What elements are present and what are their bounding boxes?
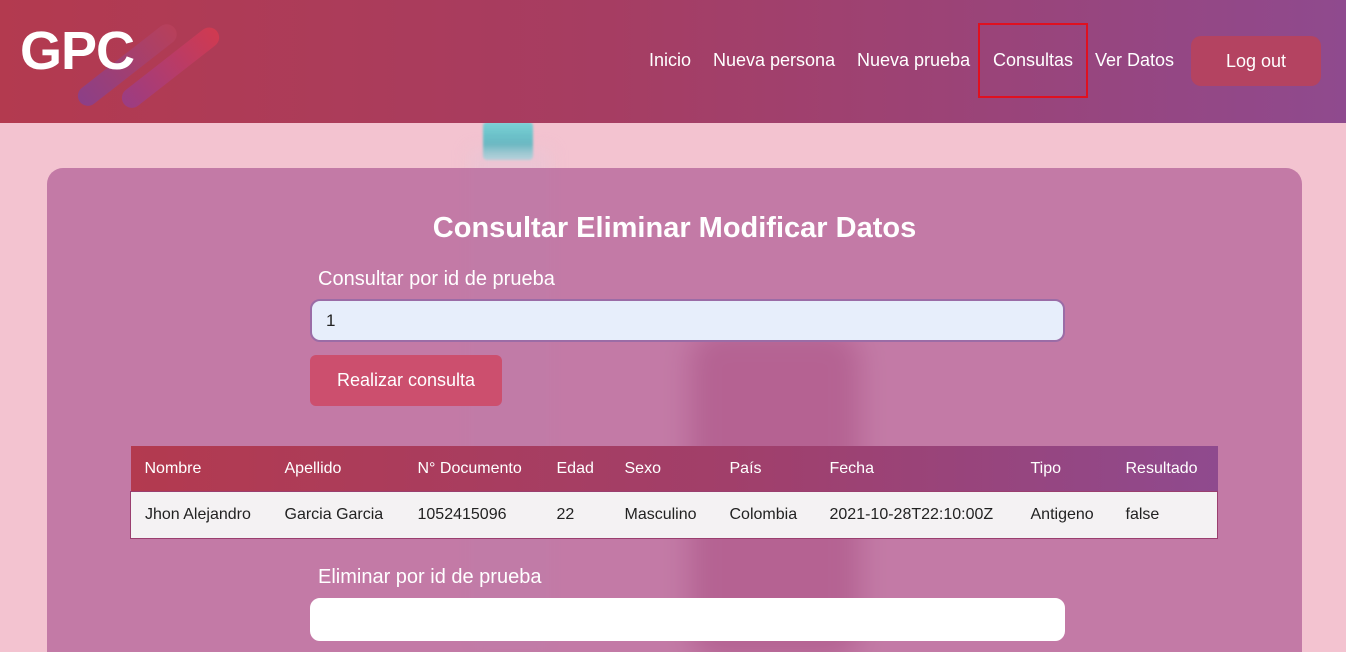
top-navbar: GPC Inicio Nueva persona Nueva prueba Co… — [0, 0, 1346, 123]
column-header: Sexo — [624, 459, 661, 477]
logout-button[interactable]: Log out — [1191, 36, 1321, 86]
cell-tipo: Antigeno — [1016, 491, 1112, 539]
gpc-logo[interactable]: GPC — [20, 20, 224, 112]
cell-resultado: false — [1111, 491, 1218, 539]
consultas-panel: Consultar Eliminar Modificar Datos Consu… — [47, 168, 1302, 652]
column-header: Fecha — [829, 459, 874, 477]
column-header: País — [729, 459, 762, 477]
column-header: Nombre — [144, 459, 202, 477]
cell-documento: 1052415096 — [403, 491, 543, 539]
cell-sexo: Masculino — [610, 491, 716, 539]
realizar-consulta-button[interactable]: Realizar consulta — [310, 355, 502, 406]
eliminar-label: Eliminar por id de prueba — [318, 566, 542, 588]
cell-nombre: Jhon Alejandro — [130, 491, 271, 539]
results-table: Nombre Apellido N° Documento Edad Sexo P… — [130, 446, 1218, 539]
nav-consultas[interactable]: Consultas — [978, 23, 1088, 98]
nav-nueva-prueba[interactable]: Nueva prueba — [857, 35, 970, 87]
cell-pais: Colombia — [715, 491, 816, 539]
table-row: Jhon Alejandro Garcia Garcia 1052415096 … — [130, 491, 1218, 539]
table-header-row: Nombre Apellido N° Documento Edad Sexo P… — [130, 446, 1218, 492]
cell-fecha: 2021-10-28T22:10:00Z — [815, 491, 1017, 539]
consultar-label: Consultar por id de prueba — [318, 268, 555, 290]
eliminar-id-input[interactable] — [310, 598, 1065, 641]
page-title: Consultar Eliminar Modificar Datos — [432, 212, 917, 244]
nav-nueva-persona[interactable]: Nueva persona — [713, 35, 835, 87]
column-header: N° Documento — [417, 459, 522, 477]
cell-edad: 22 — [542, 491, 611, 539]
nav-ver-datos[interactable]: Ver Datos — [1095, 35, 1174, 87]
logo-text: GPC — [20, 21, 135, 81]
column-header: Tipo — [1030, 459, 1062, 477]
column-header: Resultado — [1125, 459, 1198, 477]
consultar-id-input[interactable] — [310, 299, 1065, 342]
column-header: Apellido — [284, 459, 342, 477]
nav-inicio[interactable]: Inicio — [649, 35, 691, 87]
cell-apellido: Garcia Garcia — [270, 491, 404, 539]
column-header: Edad — [556, 459, 594, 477]
